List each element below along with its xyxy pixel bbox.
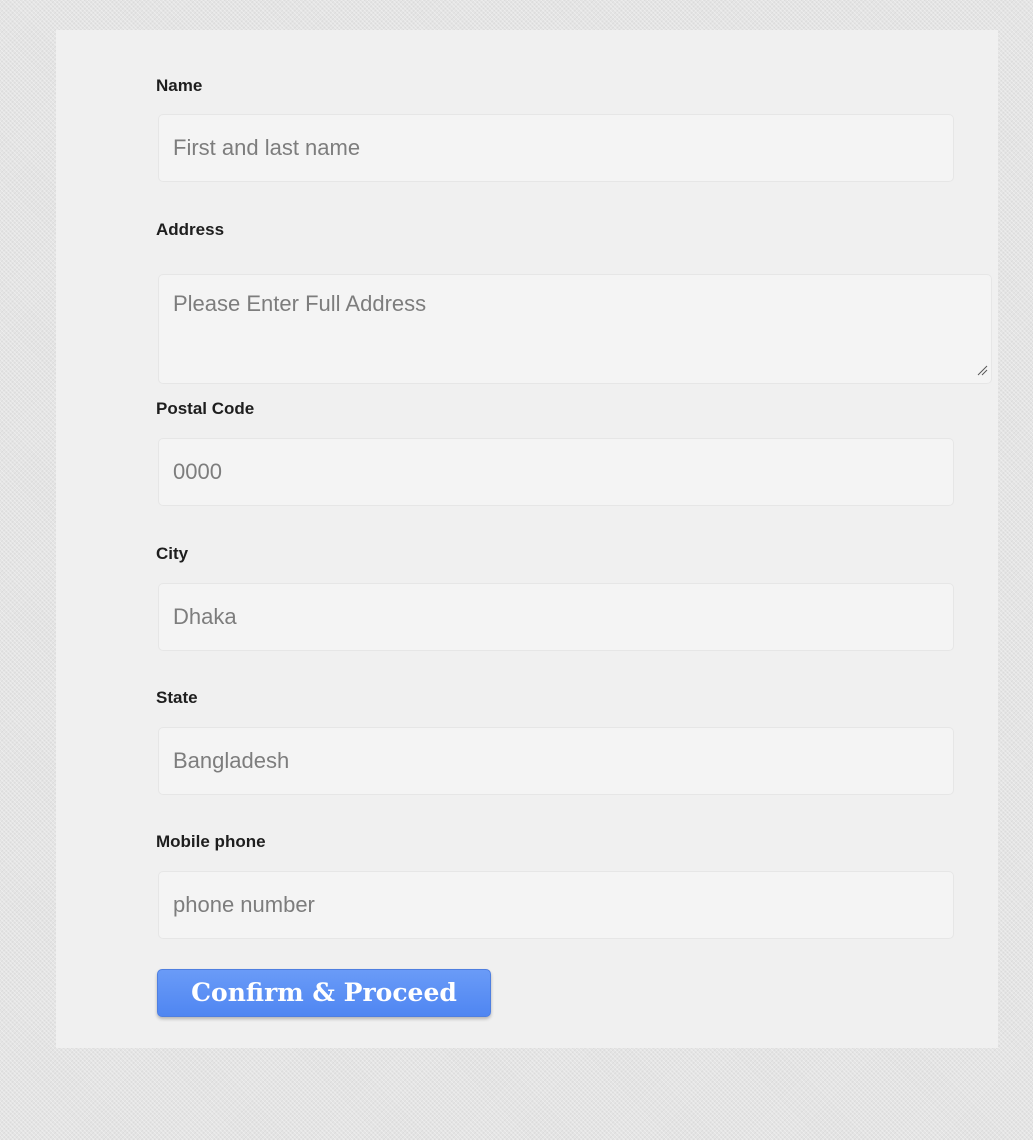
name-label: Name xyxy=(156,76,203,95)
city-input[interactable] xyxy=(158,583,954,651)
state-input[interactable] xyxy=(158,727,954,795)
resize-handle-icon[interactable] xyxy=(976,364,988,376)
postal-code-input[interactable] xyxy=(158,438,954,506)
mobile-phone-input[interactable] xyxy=(158,871,954,939)
confirm-proceed-button[interactable]: Confirm & Proceed xyxy=(157,969,491,1017)
mobile-phone-label: Mobile phone xyxy=(156,832,266,851)
postal-code-label: Postal Code xyxy=(156,399,255,418)
city-label: City xyxy=(156,544,189,563)
address-textarea[interactable] xyxy=(158,274,992,384)
address-label: Address xyxy=(156,220,225,239)
name-input[interactable] xyxy=(158,114,954,182)
checkout-form: Name Address Postal Code City State Mobi… xyxy=(56,30,998,1048)
state-label: State xyxy=(156,688,198,707)
